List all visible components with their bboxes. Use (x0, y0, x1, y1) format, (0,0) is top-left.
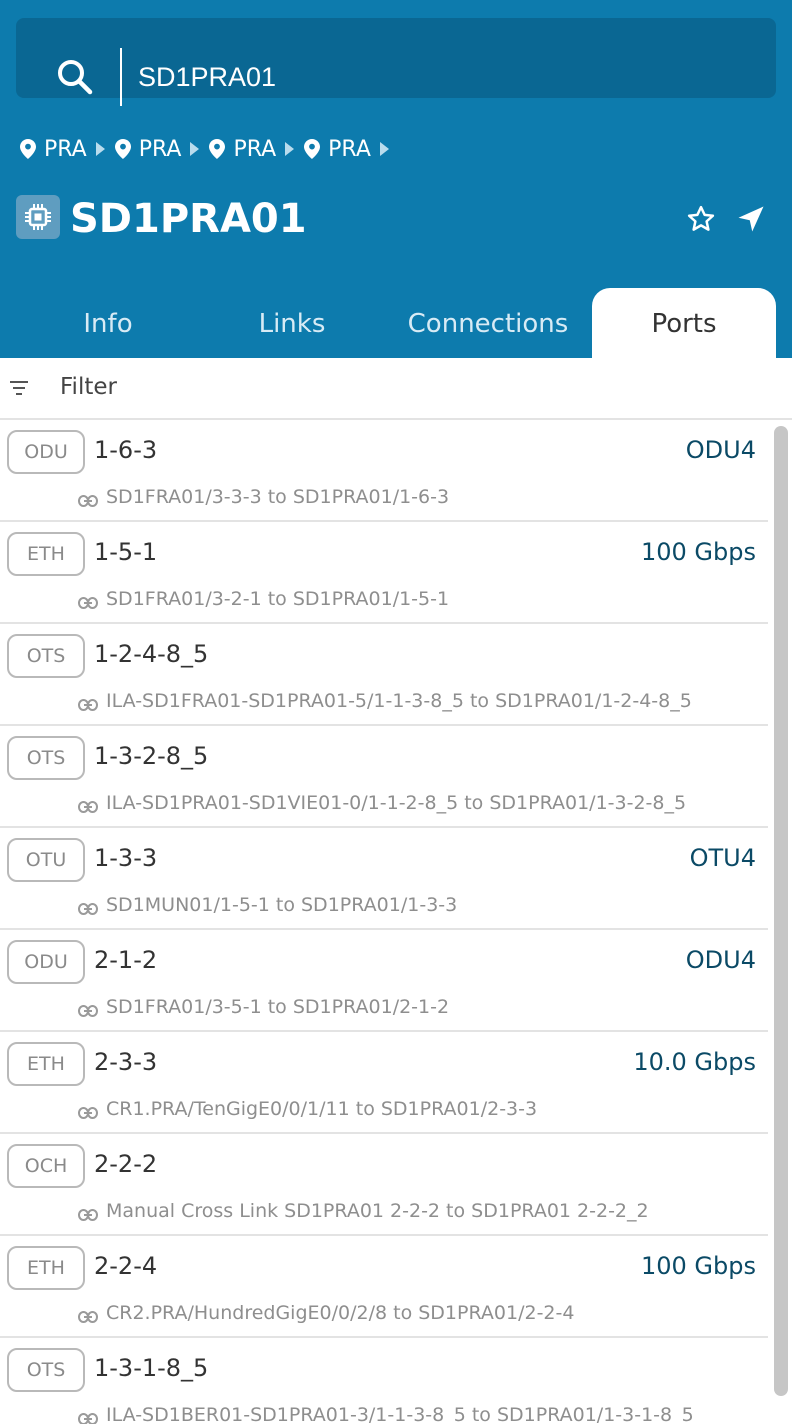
tab-links[interactable]: Links (184, 288, 400, 358)
port-rate: OTU4 (689, 844, 756, 872)
port-type-badge: OTS (7, 1348, 85, 1392)
breadcrumb-label: PRA (233, 136, 277, 162)
port-link-text[interactable]: ILA-SD1FRA01-SD1PRA01-5/1-1-3-8_5 to SD1… (106, 690, 692, 712)
tab-ports[interactable]: Ports (592, 288, 776, 358)
breadcrumb-item[interactable]: PRA (209, 136, 295, 162)
link-icon (78, 1410, 98, 1424)
port-rate: ODU4 (685, 946, 756, 974)
page-title: SD1PRA01 (70, 196, 307, 242)
link-icon (78, 492, 98, 511)
ports-list: ODU 1-6-3 ODU4 SD1FRA01/3-3-3 to SD1PRA01/1… (0, 420, 768, 1424)
port-rate: ODU4 (685, 436, 756, 464)
port-type-badge: ETH (7, 1042, 85, 1086)
port-name: 2-3-3 (94, 1048, 158, 1076)
port-row[interactable]: OTS 1-2-4-8_5 ILA-SD1FRA01-SD1PRA01-5/1-1-… (0, 624, 768, 726)
port-name: 1-5-1 (94, 538, 158, 566)
port-type-badge: ODU (7, 940, 85, 984)
port-row[interactable]: OTS 1-3-2-8_5 ILA-SD1PRA01-SD1VIE01-0/1-1-… (0, 726, 768, 828)
search-icon[interactable] (56, 58, 94, 100)
port-row[interactable]: ETH 1-5-1 100 Gbps SD1FRA01/3-2-1 to SD1PRA… (0, 522, 768, 624)
breadcrumb-label: PRA (44, 136, 87, 162)
port-type-badge: ODU (7, 430, 85, 474)
search-divider (120, 48, 122, 106)
port-link-text[interactable]: SD1FRA01/3-2-1 to SD1PRA01/1-5-1 (106, 588, 449, 610)
port-type-badge: ETH (7, 1246, 85, 1290)
breadcrumb: PRA PRA PRA PRA (20, 132, 399, 166)
breadcrumb-label: PRA (138, 136, 182, 162)
port-name: 2-2-2 (94, 1150, 158, 1178)
link-icon (78, 1104, 98, 1123)
breadcrumb-label: PRA (328, 136, 371, 162)
port-name: 1-3-3 (94, 844, 158, 872)
port-row[interactable]: OTS 1-3-1-8_5 ILA-SD1BER01-SD1PRA01-3/1-1-… (0, 1338, 768, 1424)
location-pin-icon (20, 139, 36, 159)
link-icon (78, 798, 98, 817)
port-rate: 10.0 Gbps (633, 1048, 756, 1076)
star-icon[interactable] (686, 204, 716, 238)
link-icon (78, 696, 98, 715)
breadcrumb-item[interactable]: PRA (20, 137, 105, 162)
port-link-text[interactable]: ILA-SD1BER01-SD1PRA01-3/1-1-3-8_5 to SD1… (106, 1404, 694, 1424)
tab-connections[interactable]: Connections (384, 288, 592, 358)
link-icon (78, 594, 98, 613)
port-row[interactable]: ODU 2-1-2 ODU4 SD1FRA01/3-5-1 to SD1PRA01/2… (0, 930, 768, 1032)
link-icon (78, 1206, 98, 1225)
location-pin-icon (114, 139, 131, 159)
breadcrumb-item[interactable]: PRA (304, 137, 389, 162)
chevron-right-icon (285, 142, 295, 156)
app-header: PRA PRA PRA PRA (0, 0, 792, 358)
search-bar (16, 18, 776, 106)
link-icon (78, 1308, 98, 1327)
port-row[interactable]: OTU 1-3-3 OTU4 SD1MUN01/1-5-1 to SD1PRA01/1… (0, 828, 768, 930)
port-link-text[interactable]: SD1MUN01/1-5-1 to SD1PRA01/1-3-3 (106, 894, 457, 916)
port-link-text[interactable]: SD1FRA01/3-3-3 to SD1PRA01/1-6-3 (106, 486, 449, 508)
port-name: 1-3-1-8_5 (94, 1354, 209, 1382)
chevron-right-icon (95, 142, 105, 156)
port-link-text[interactable]: CR1.PRA/TenGigE0/0/1/11 to SD1PRA01/2-3-… (106, 1098, 537, 1120)
chevron-right-icon (190, 142, 200, 156)
scrollbar[interactable] (774, 426, 788, 1396)
port-link-text[interactable]: CR2.PRA/HundredGigE0/0/2/8 to SD1PRA01/2… (106, 1302, 574, 1324)
filter-icon (10, 380, 28, 399)
port-row[interactable]: OCH 2-2-2 Manual Cross Link SD1PRA01 2-2-2… (0, 1134, 768, 1236)
title-row: SD1PRA01 (16, 192, 776, 248)
search-input[interactable] (138, 50, 738, 104)
device-chip-icon (16, 195, 60, 239)
port-link-text[interactable]: ILA-SD1PRA01-SD1VIE01-0/1-1-2-8_5 to SD1… (106, 792, 686, 814)
chevron-right-icon (379, 142, 389, 156)
navigation-arrow-icon[interactable] (736, 204, 766, 238)
port-name: 1-6-3 (94, 436, 158, 464)
port-row[interactable]: ODU 1-6-3 ODU4 SD1FRA01/3-3-3 to SD1PRA01/1… (0, 420, 768, 522)
port-name: 2-2-4 (94, 1252, 158, 1280)
port-name: 1-2-4-8_5 (94, 640, 209, 668)
port-type-badge: OCH (7, 1144, 85, 1188)
filter-button[interactable]: Filter (0, 358, 792, 420)
port-link-text[interactable]: Manual Cross Link SD1PRA01 2-2-2 to SD1P… (106, 1200, 649, 1222)
link-icon (78, 900, 98, 919)
port-rate: 100 Gbps (640, 538, 756, 566)
tab-bar: Info Links Connections Ports (0, 288, 792, 358)
filter-label: Filter (60, 374, 117, 400)
link-icon (78, 1002, 98, 1021)
location-pin-icon (209, 139, 226, 159)
port-name: 2-1-2 (94, 946, 158, 974)
port-type-badge: OTS (7, 634, 85, 678)
port-link-text[interactable]: SD1FRA01/3-5-1 to SD1PRA01/2-1-2 (106, 996, 449, 1018)
port-row[interactable]: ETH 2-2-4 100 Gbps CR2.PRA/HundredGigE0/0/2… (0, 1236, 768, 1338)
port-type-badge: OTU (7, 838, 85, 882)
port-name: 1-3-2-8_5 (94, 742, 209, 770)
port-type-badge: ETH (7, 532, 85, 576)
port-row[interactable]: ETH 2-3-3 10.0 Gbps CR1.PRA/TenGigE0/0/1/11… (0, 1032, 768, 1134)
port-type-badge: OTS (7, 736, 85, 780)
location-pin-icon (304, 139, 321, 159)
breadcrumb-item[interactable]: PRA (114, 136, 200, 162)
port-rate: 100 Gbps (640, 1252, 756, 1280)
